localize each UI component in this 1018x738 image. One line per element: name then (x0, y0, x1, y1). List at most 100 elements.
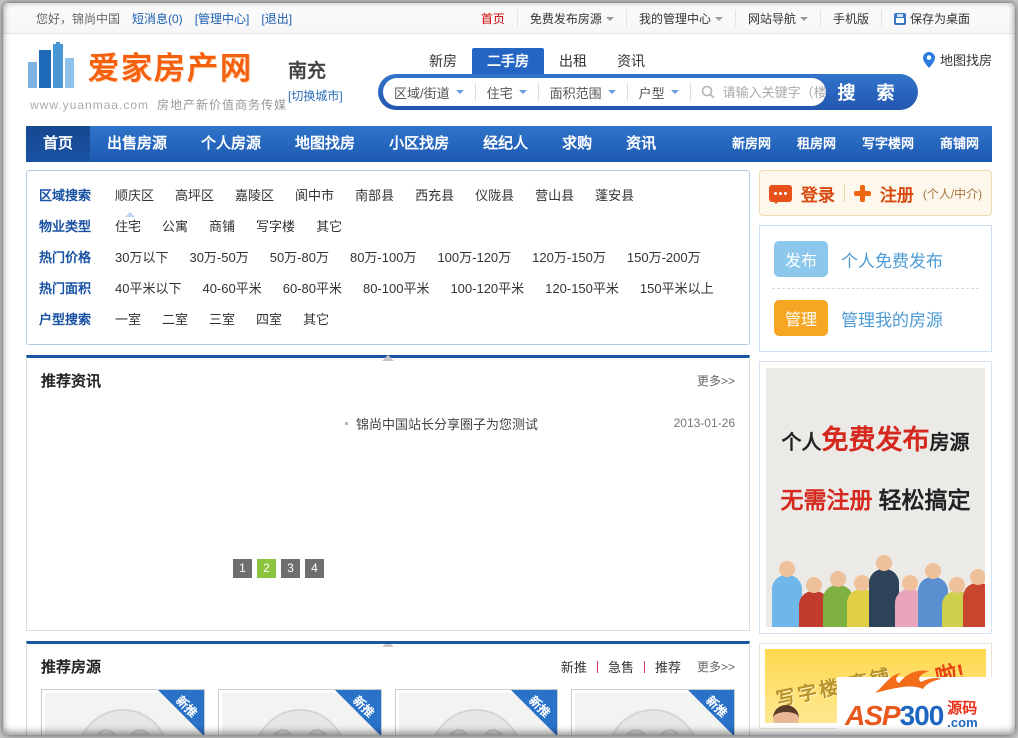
property-type-link[interactable]: 写字楼 (256, 219, 295, 234)
page-button-4[interactable]: 4 (305, 559, 324, 578)
layout-link[interactable]: 四室 (256, 312, 282, 327)
area-link[interactable]: 100-120平米 (450, 281, 524, 296)
save-disk-icon (893, 12, 906, 25)
listing-card[interactable]: 新推 (571, 689, 735, 735)
price-link[interactable]: 150万-200万 (627, 250, 701, 265)
property-type-link[interactable]: 住宅 (115, 219, 141, 234)
price-link[interactable]: 100万-120万 (437, 250, 511, 265)
listing-card[interactable]: 新推 (217, 689, 382, 735)
nav-home[interactable]: 首页 (26, 126, 91, 162)
free-publish-ad-banner[interactable]: 个人免费发布房源 无需注册 轻松搞定 (766, 368, 985, 627)
page-button-3[interactable]: 3 (281, 559, 300, 578)
messages-link[interactable]: 短消息(0) (132, 10, 183, 27)
manage-button[interactable]: 管理 (774, 300, 829, 336)
search-button[interactable]: 搜 索 (826, 79, 914, 105)
listing-card[interactable]: 新推 (394, 689, 559, 735)
nav-rent-site[interactable]: 租房网 (784, 126, 849, 162)
area-range-dropdown[interactable]: 面积范围 (539, 83, 628, 101)
separator (596, 660, 598, 673)
nav-office-site[interactable]: 写字楼网 (849, 126, 927, 162)
watermark-300-text: 300 (899, 700, 945, 731)
topbar-home-link[interactable]: 首页 (469, 10, 517, 27)
region-link[interactable]: 蓬安县 (595, 188, 634, 203)
admin-center-link[interactable]: [管理中心] (195, 10, 250, 27)
layout-link[interactable]: 三室 (209, 312, 235, 327)
layout-link[interactable]: 二室 (162, 312, 188, 327)
topbar-free-publish-menu[interactable]: 免费发布房源 (516, 10, 626, 27)
crowd-photo (766, 515, 985, 627)
search-tab-secondhand[interactable]: 二手房 (472, 48, 544, 74)
site-logo[interactable]: 爱家房产网 (28, 42, 253, 88)
area-link[interactable]: 40平米以下 (115, 281, 181, 296)
price-link[interactable]: 30万以下 (115, 250, 168, 265)
nav-newhouse-site[interactable]: 新房网 (719, 126, 784, 162)
nav-news[interactable]: 资讯 (609, 126, 673, 162)
buildings-logo-icon (28, 42, 74, 88)
region-link[interactable]: 阆中市 (295, 188, 334, 203)
recommended-news-panel: 推荐资讯 更多>> 锦尚中国站长分享圈子为您测试 2013-01-26 1 2 (26, 355, 750, 631)
nav-sale-listings[interactable]: 出售房源 (90, 126, 184, 162)
header: 爱家房产网 www.yuanmaa.com 房地产新价值商务传媒 南充 [切换城市… (3, 34, 1015, 126)
price-link[interactable]: 120万-150万 (532, 250, 606, 265)
region-link[interactable]: 仪陇县 (475, 188, 514, 203)
property-type-link[interactable]: 商铺 (209, 219, 235, 234)
register-button[interactable]: 注册 (880, 181, 914, 206)
search-tab-news[interactable]: 资讯 (602, 48, 660, 74)
property-type-dropdown[interactable]: 住宅 (476, 83, 539, 101)
nav-wanted[interactable]: 求购 (545, 126, 609, 162)
publish-label-link[interactable]: 个人免费发布 (841, 247, 943, 272)
manage-label-link[interactable]: 管理我的房源 (841, 306, 943, 331)
search-tabs: 新房 二手房 出租 资讯 (414, 48, 918, 74)
topbar-my-center-menu[interactable]: 我的管理中心 (625, 10, 735, 27)
listings-tab-recommended[interactable]: 推荐 (655, 657, 681, 676)
district-dropdown-label: 区域/街道 (394, 85, 450, 101)
logout-link[interactable]: [退出] (261, 10, 292, 27)
property-type-link[interactable]: 公寓 (162, 219, 188, 234)
topbar-site-nav-menu[interactable]: 网站导航 (734, 10, 820, 27)
price-link[interactable]: 80万-100万 (350, 250, 416, 265)
region-link[interactable]: 南部县 (355, 188, 394, 203)
topbar-mobile-link[interactable]: 手机版 (819, 10, 881, 27)
layout-link[interactable]: 一室 (115, 312, 141, 327)
page-button-1[interactable]: 1 (233, 559, 252, 578)
area-link[interactable]: 80-100平米 (363, 281, 429, 296)
region-link[interactable]: 顺庆区 (115, 188, 154, 203)
recommended-listings-panel: 推荐房源 新推 急售 推荐 更多>> 新推 新推 新推 新推 (26, 641, 750, 735)
region-link[interactable]: 营山县 (535, 188, 574, 203)
chat-bubble-icon (768, 184, 792, 204)
price-link[interactable]: 30万-50万 (189, 250, 248, 265)
area-link[interactable]: 40-60平米 (202, 281, 261, 296)
page-button-2[interactable]: 2 (257, 559, 276, 578)
login-button[interactable]: 登录 (801, 181, 835, 206)
map-search-link[interactable]: 地图找房 (922, 50, 992, 69)
listings-tab-urgent[interactable]: 急售 (608, 657, 634, 676)
listing-card[interactable]: 新推 (41, 689, 205, 735)
region-link[interactable]: 嘉陵区 (235, 188, 274, 203)
area-link[interactable]: 150平米以上 (640, 281, 714, 296)
search-tab-newhouse[interactable]: 新房 (414, 48, 472, 74)
nav-agents[interactable]: 经纪人 (466, 126, 545, 162)
area-link[interactable]: 120-150平米 (545, 281, 619, 296)
nav-map-search[interactable]: 地图找房 (278, 126, 372, 162)
search-input[interactable] (720, 83, 826, 101)
nav-community-search[interactable]: 小区找房 (372, 126, 466, 162)
nav-personal-listings[interactable]: 个人房源 (184, 126, 278, 162)
publish-button[interactable]: 发布 (774, 241, 829, 277)
layout-dropdown[interactable]: 户型 (628, 83, 691, 101)
region-link[interactable]: 高坪区 (175, 188, 214, 203)
topbar-save-desktop-link[interactable]: 保存为桌面 (880, 10, 982, 27)
watermark-com-text: .com (947, 715, 978, 731)
district-dropdown[interactable]: 区域/街道 (383, 83, 476, 101)
region-link[interactable]: 西充县 (415, 188, 454, 203)
property-type-link[interactable]: 其它 (316, 219, 342, 234)
listings-more-link[interactable]: 更多>> (697, 658, 735, 675)
listings-tab-new[interactable]: 新推 (561, 657, 587, 676)
area-link[interactable]: 60-80平米 (283, 281, 342, 296)
news-more-link[interactable]: 更多>> (697, 372, 735, 389)
search-tab-rent[interactable]: 出租 (544, 48, 602, 74)
price-link[interactable]: 50万-80万 (270, 250, 329, 265)
nav-shop-site[interactable]: 商铺网 (927, 126, 992, 162)
switch-city-link[interactable]: [切换城市] (288, 87, 343, 104)
news-item[interactable]: 锦尚中国站长分享圈子为您测试 2013-01-26 (345, 410, 735, 436)
layout-link[interactable]: 其它 (303, 312, 329, 327)
